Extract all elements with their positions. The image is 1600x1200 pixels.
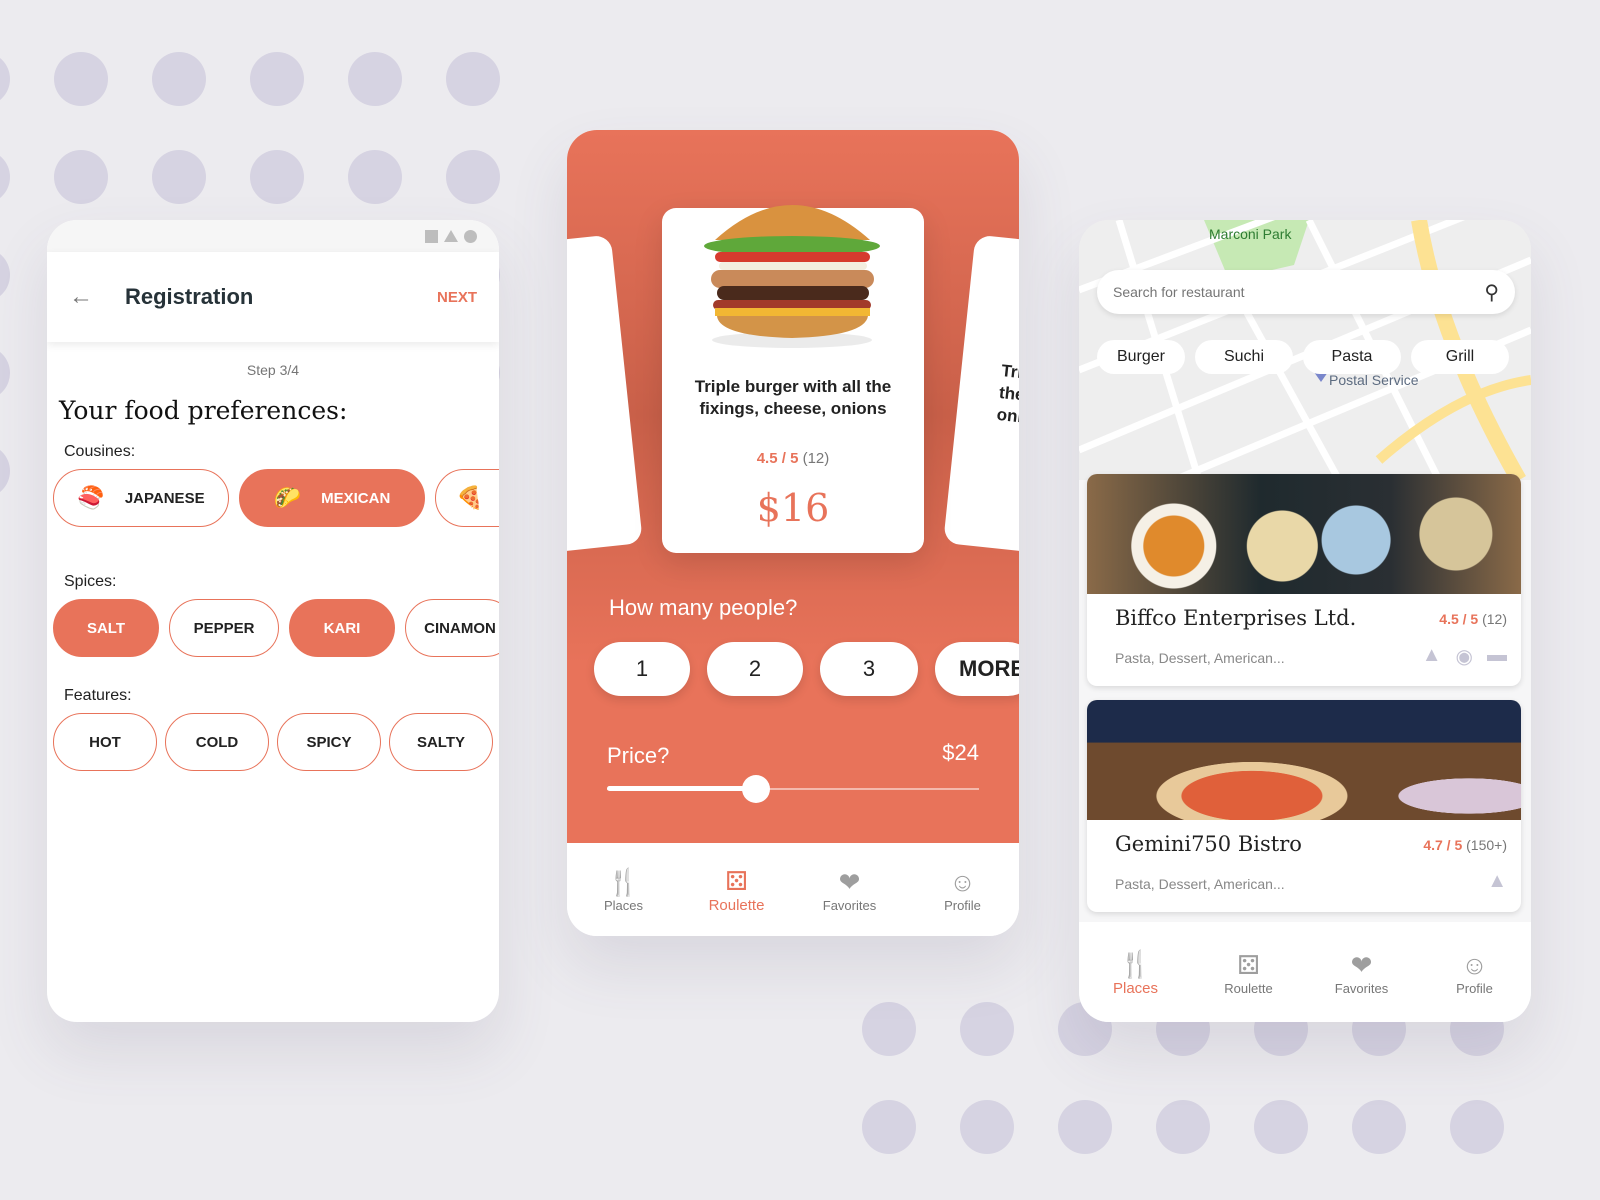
next-button[interactable]: NEXT xyxy=(437,289,477,306)
restaurant-icons: ▲ ◉ ▬ xyxy=(1422,644,1507,669)
people-option-2[interactable]: 2 xyxy=(707,642,803,696)
features-label: Features: xyxy=(64,687,132,704)
burger-image xyxy=(704,205,880,348)
restaurant-card[interactable]: Gemini750 Bistro 4.7 / 5 (150+) Pasta, D… xyxy=(1087,700,1521,912)
pizza-icon: 🍕 xyxy=(456,485,484,510)
spices-chips: SALT PEPPER KARI CINAMON xyxy=(47,599,499,657)
chip-pizza[interactable]: 🍕 xyxy=(435,469,499,527)
food-card[interactable]: Triple burger with all the fixings, chee… xyxy=(662,205,924,553)
price-slider-fill xyxy=(607,786,756,791)
chip-mexican[interactable]: 🌮 MEXICAN xyxy=(239,469,425,527)
nav-favorites[interactable]: ❤ Favorites xyxy=(1312,949,1412,996)
chip-salt[interactable]: SALT xyxy=(53,599,159,657)
triangle-icon xyxy=(444,230,458,242)
search-input[interactable] xyxy=(1113,284,1485,300)
circle-icon xyxy=(464,229,477,243)
step-indicator: Step 3/4 xyxy=(246,362,300,378)
cake-icon: ▬ xyxy=(1487,644,1507,666)
chip-japanese[interactable]: 🍣 JAPANESE xyxy=(53,469,229,527)
nav-places[interactable]: 🍴 Places xyxy=(1086,948,1186,997)
nav-profile[interactable]: ☺ Profile xyxy=(1425,949,1525,996)
square-icon xyxy=(425,229,438,243)
roulette-panel: all e, al Trip the oni Triple burger wit… xyxy=(567,130,1019,843)
restaurant-icons: ▲ xyxy=(1487,870,1507,893)
people-option-1[interactable]: 1 xyxy=(594,642,690,696)
restaurant-rating: 4.5 / 5 (12) xyxy=(1439,611,1507,627)
next-food-card[interactable]: Trip the oni xyxy=(943,234,1019,556)
category-pasta[interactable]: Pasta xyxy=(1303,340,1401,374)
app-bar: ← Registration NEXT xyxy=(47,252,499,342)
food-rating: 4.5 / 5 (12) xyxy=(756,450,830,467)
decor-dots-bottom xyxy=(862,1002,1504,1154)
spices-label: Spices: xyxy=(64,573,117,590)
search-bar[interactable]: ⚲ xyxy=(1097,270,1515,314)
restaurant-card[interactable]: Biffco Enterprises Ltd. 4.5 / 5 (12) Pas… xyxy=(1087,474,1521,686)
prev-food-card[interactable]: all e, al xyxy=(567,234,643,556)
nav-favorites[interactable]: ❤ Favorites xyxy=(800,866,900,913)
tag-heart-icon: ❤ xyxy=(838,867,861,897)
pizza-icon: ▲ xyxy=(1487,870,1507,892)
map-label-postal: Postal Service xyxy=(1329,372,1419,388)
price-value: $24 xyxy=(942,740,979,765)
fork-knife-icon: 🍴 xyxy=(607,867,640,897)
bottom-nav: 🍴 Places ⚄ Roulette ❤ Favorites ☺ Profil… xyxy=(1079,922,1531,1022)
restaurant-name: Biffco Enterprises Ltd. xyxy=(1115,606,1357,630)
registration-screen: ← Registration NEXT Step 3/4 Your food p… xyxy=(47,220,499,1022)
price-label: Price? xyxy=(607,743,670,768)
dice-icon: ⚄ xyxy=(1237,949,1260,980)
nav-places[interactable]: 🍴 Places xyxy=(574,866,674,913)
pizza-icon: ▲ xyxy=(1421,644,1442,666)
map-label-park: Marconi Park xyxy=(1209,226,1292,242)
chip-cinamon[interactable]: CINAMON xyxy=(405,599,499,657)
food-price: $16 xyxy=(756,486,830,530)
price-slider-thumb[interactable] xyxy=(741,775,770,803)
donut-icon: ◉ xyxy=(1455,646,1473,668)
chip-hot[interactable]: HOT xyxy=(53,713,157,771)
cousines-label: Cousines: xyxy=(64,443,136,460)
category-chips: Burger Suchi Pasta Grill xyxy=(1097,340,1509,374)
chip-kari[interactable]: KARI xyxy=(289,599,395,657)
price-slider[interactable] xyxy=(607,775,979,803)
chip-spicy[interactable]: SPICY xyxy=(277,713,381,771)
people-option-3[interactable]: 3 xyxy=(820,642,918,696)
chip-salty[interactable]: SALTY xyxy=(389,713,493,771)
places-screen: Marconi Park Postal Service ⚲ Burger Suc… xyxy=(1079,220,1531,1022)
status-bar xyxy=(47,220,499,252)
nav-profile[interactable]: ☺ Profile xyxy=(913,866,1013,913)
sushi-icon: 🍣 xyxy=(77,485,105,510)
chip-pepper[interactable]: PEPPER xyxy=(169,599,279,657)
taco-icon: 🌮 xyxy=(273,485,302,510)
people-option-more[interactable]: MORE xyxy=(935,642,1019,696)
person-icon: ☺ xyxy=(1461,949,1488,980)
dice-icon: ⚄ xyxy=(725,866,748,896)
restaurant-rating: 4.7 / 5 (150+) xyxy=(1423,837,1507,853)
nav-roulette[interactable]: ⚄ Roulette xyxy=(1199,949,1299,996)
person-icon: ☺ xyxy=(949,867,976,897)
restaurant-image xyxy=(1087,700,1521,820)
map[interactable]: Marconi Park Postal Service ⚲ Burger Suc… xyxy=(1079,220,1531,480)
category-grill[interactable]: Grill xyxy=(1411,340,1509,374)
preferences-heading: Your food preferences: xyxy=(59,396,348,425)
cousines-chips: 🍣 JAPANESE 🌮 MEXICAN 🍕 xyxy=(47,469,499,527)
people-question: How many people? xyxy=(609,595,798,620)
search-icon[interactable]: ⚲ xyxy=(1484,280,1499,305)
restaurant-image xyxy=(1087,474,1521,594)
page-title: Registration xyxy=(125,284,254,309)
nav-roulette[interactable]: ⚄ Roulette xyxy=(687,865,787,914)
restaurant-tags: Pasta, Dessert, American... xyxy=(1115,650,1285,666)
restaurant-name: Gemini750 Bistro xyxy=(1115,832,1302,856)
bottom-nav: 🍴 Places ⚄ Roulette ❤ Favorites ☺ Profil… xyxy=(567,843,1019,936)
category-suchi[interactable]: Suchi xyxy=(1195,340,1293,374)
food-title: Triple burger with all the fixings, chee… xyxy=(694,377,892,418)
chip-cold[interactable]: COLD xyxy=(165,713,269,771)
features-chips: HOT COLD SPICY SALTY xyxy=(47,713,499,771)
tag-heart-icon: ❤ xyxy=(1350,949,1373,980)
category-burger[interactable]: Burger xyxy=(1097,340,1185,374)
arrow-left-icon[interactable]: ← xyxy=(69,283,125,311)
people-options: 1 2 3 MORE xyxy=(594,642,1019,696)
fork-knife-icon: 🍴 xyxy=(1119,948,1152,979)
roulette-screen: all e, al Trip the oni Triple burger wit… xyxy=(567,130,1019,936)
restaurant-tags: Pasta, Dessert, American... xyxy=(1115,876,1285,892)
